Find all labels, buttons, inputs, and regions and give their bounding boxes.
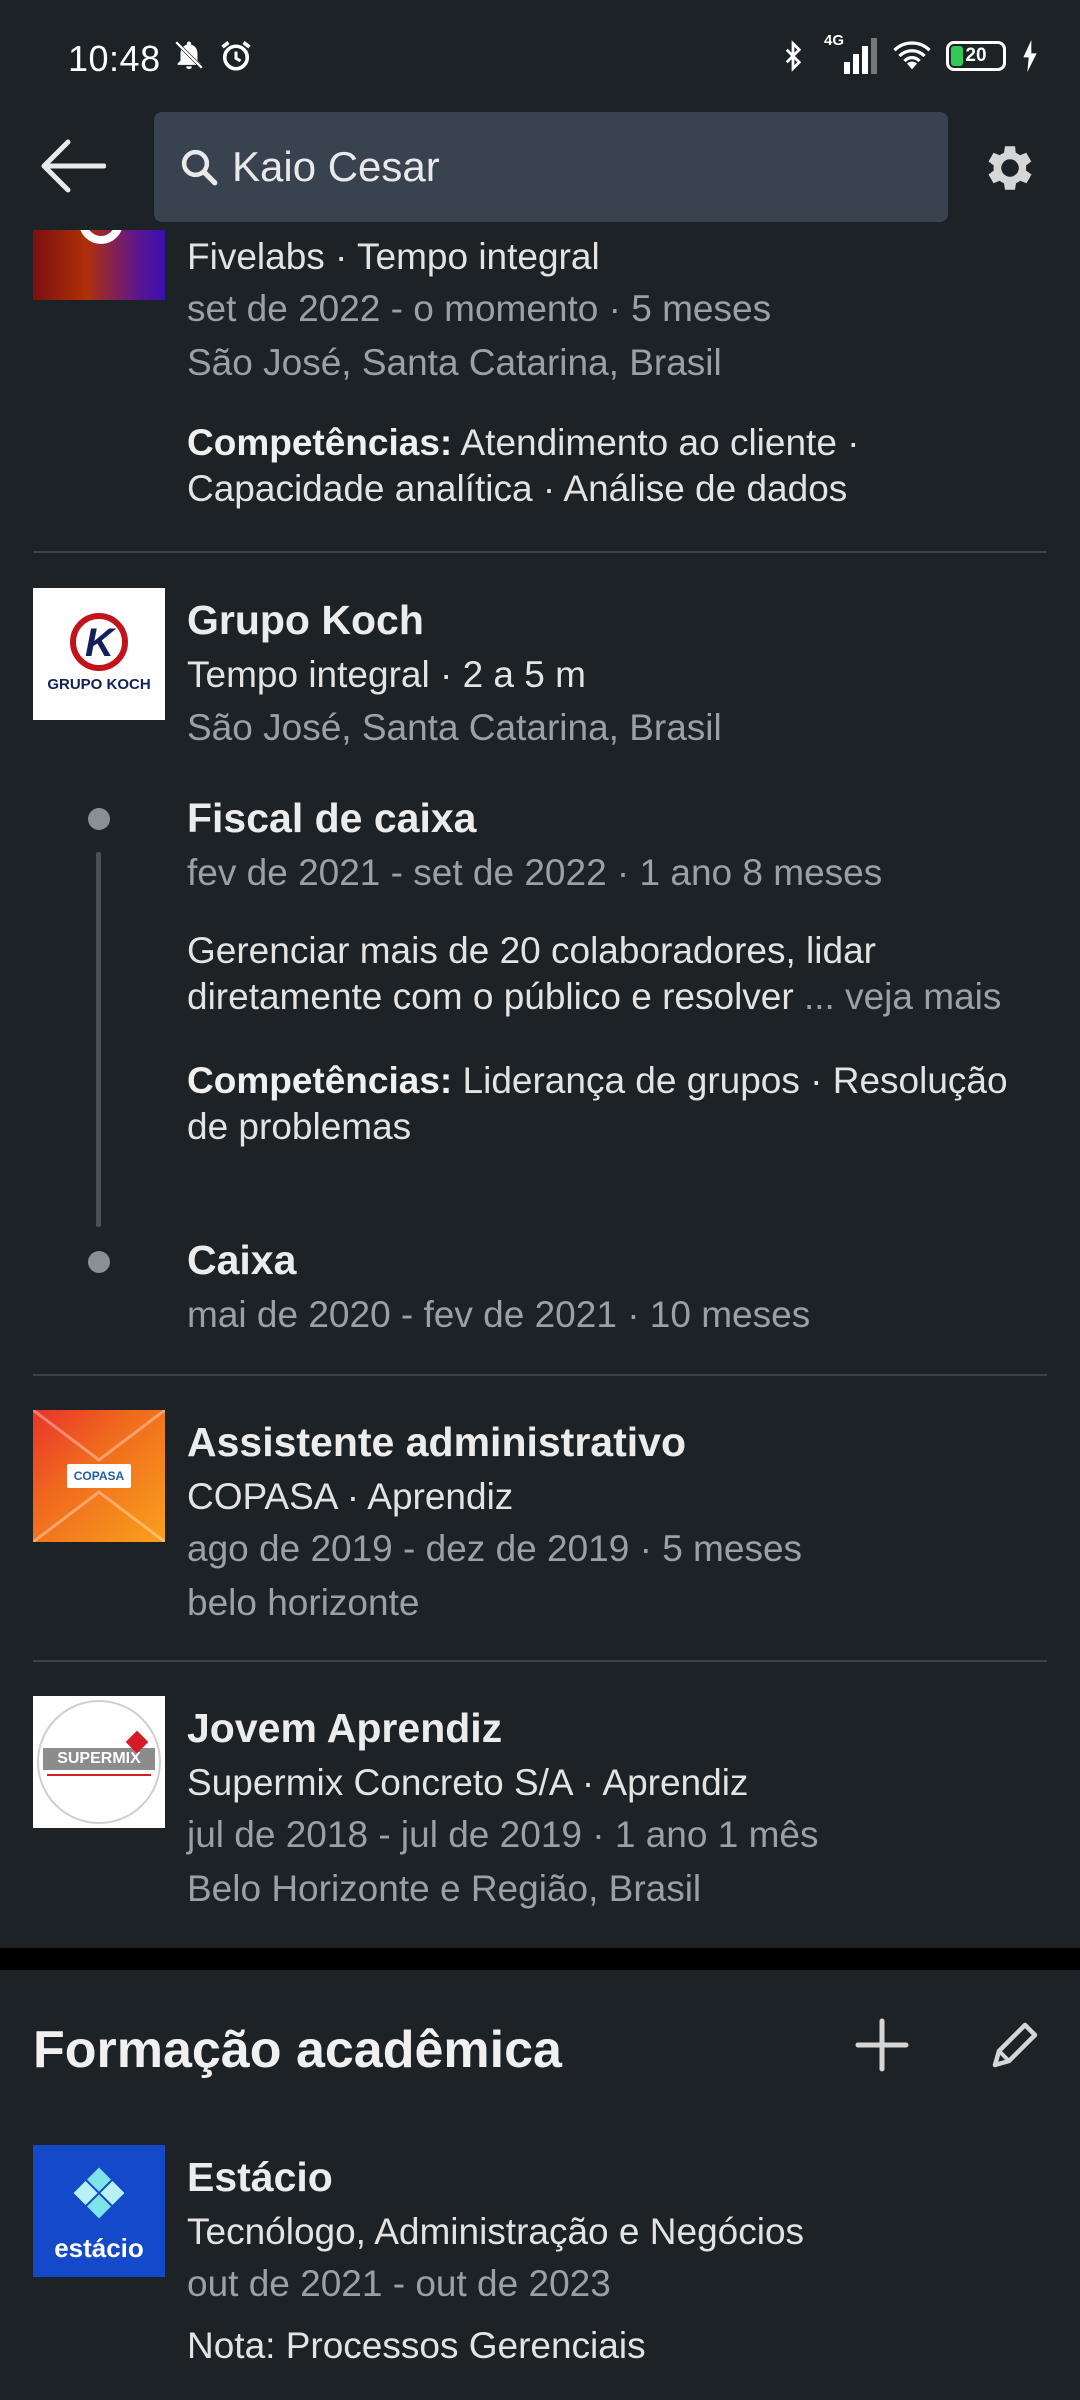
date-range: ago de 2019 - dez de 2019 · 5 meses — [187, 1528, 803, 1569]
svg-text:K: K — [85, 621, 117, 665]
education-item-estacio[interactable]: Estácio Tecnólogo, Administração e Negóc… — [187, 2147, 1050, 2373]
role-title: Assistente administrativo — [187, 1419, 686, 1465]
degree: Tecnólogo, Administração e Negócios — [187, 2211, 805, 2252]
timeline-dot — [88, 808, 110, 830]
network-type: 4G — [824, 32, 845, 49]
alarm-icon — [221, 41, 251, 71]
role-item-caixa[interactable]: Caixa mai de 2020 - fev de 2021 · 10 mes… — [187, 1230, 1050, 1340]
search-input[interactable]: Kaio Cesar — [154, 112, 948, 222]
skills-label: Competências: — [187, 422, 453, 463]
company-logo-fivelabs — [33, 230, 165, 300]
search-query: Kaio Cesar — [232, 143, 440, 190]
edit-education-button[interactable] — [985, 2015, 1045, 2075]
skills: Competências: Liderança de grupos · Reso… — [187, 1058, 1050, 1150]
see-more-link[interactable]: ... veja mais — [804, 976, 1001, 1017]
logo-text: estácio — [54, 2233, 144, 2263]
location: São José, Santa Catarina, Brasil — [187, 342, 722, 383]
company-line: COPASA · Aprendiz — [187, 1476, 514, 1517]
section-title-education: Formação acadêmica — [33, 2021, 562, 2079]
search-icon — [181, 149, 218, 186]
bluetooth-icon — [785, 40, 802, 72]
gear-icon — [988, 146, 1032, 190]
company-line: Fivelabs · Tempo integral — [187, 236, 600, 277]
logo-text: SUPERMIX — [57, 1750, 141, 1767]
logo-text: COPASA — [73, 1469, 125, 1483]
location: belo horizonte — [187, 1582, 420, 1623]
status-bar: 10:48 4G 20 — [0, 0, 1080, 110]
company-logo-grupo-koch: K GRUPO KOCH — [33, 588, 165, 720]
divider — [33, 1660, 1047, 1662]
battery-icon: 20 — [946, 41, 1006, 71]
employment-type: Tempo integral · 2 a 5 m — [187, 654, 586, 695]
date-range: jul de 2018 - jul de 2019 · 1 ano 1 mês — [187, 1814, 819, 1855]
timeline-dot — [88, 1251, 110, 1273]
arrow-left-icon — [41, 139, 107, 193]
skills-label: Competências: — [187, 1060, 453, 1101]
top-bar: Kaio Cesar — [0, 110, 1080, 230]
status-left-icons — [172, 38, 254, 74]
signal-icon: 4G — [822, 32, 878, 76]
date-range: fev de 2021 - set de 2022 · 1 ano 8 mese… — [187, 852, 883, 893]
bell-off-icon — [175, 41, 203, 70]
divider — [33, 551, 1047, 553]
status-right-icons: 4G 20 — [778, 32, 1040, 76]
grade: Nota: Processos Gerenciais — [187, 2325, 646, 2366]
plus-icon — [855, 2018, 909, 2072]
role-title: Caixa — [187, 1237, 297, 1283]
experience-item-copasa[interactable]: Assistente administrativo COPASA · Apren… — [187, 1412, 1050, 1630]
experience-fivelabs-text: Fivelabs · Tempo integral set de 2022 - … — [187, 232, 1050, 512]
pencil-icon — [992, 2022, 1038, 2068]
role-title: Jovem Aprendiz — [187, 1705, 503, 1751]
back-button[interactable] — [40, 138, 110, 198]
date-range: mai de 2020 - fev de 2021 · 10 meses — [187, 1294, 811, 1335]
status-time: 10:48 — [68, 38, 161, 79]
experience-grupo-koch-header[interactable]: Grupo Koch Tempo integral · 2 a 5 m São … — [187, 590, 1050, 756]
role-description: Gerenciar mais de 20 colaboradores, lida… — [187, 928, 1050, 1020]
add-education-button[interactable] — [852, 2015, 912, 2075]
location: São José, Santa Catarina, Brasil — [187, 707, 722, 748]
company-line: Supermix Concreto S/A · Aprendiz — [187, 1762, 749, 1803]
section-separator — [0, 1948, 1080, 1970]
role-title: Fiscal de caixa — [187, 795, 477, 841]
location: Belo Horizonte e Região, Brasil — [187, 1868, 702, 1909]
company-logo-supermix: SUPERMIX — [33, 1696, 165, 1828]
divider — [33, 1374, 1047, 1376]
company-logo-copasa: COPASA — [33, 1410, 165, 1542]
skills: Competências: Atendimento ao cliente · C… — [187, 420, 1050, 512]
description-text: Gerenciar mais de 20 colaboradores, lida… — [187, 930, 876, 1017]
school-name: Estácio — [187, 2154, 333, 2200]
logo-text: GRUPO KOCH — [47, 676, 151, 693]
date-range: set de 2022 - o momento · 5 meses — [187, 288, 772, 329]
timeline-line — [96, 852, 101, 1227]
experience-item-supermix[interactable]: Jovem Aprendiz Supermix Concreto S/A · A… — [187, 1698, 1050, 1916]
wifi-icon — [893, 41, 931, 70]
date-range: out de 2021 - out de 2023 — [187, 2263, 611, 2304]
school-logo-estacio: estácio — [33, 2145, 165, 2277]
role-item-fiscal-de-caixa[interactable]: Fiscal de caixa fev de 2021 - set de 202… — [187, 788, 1050, 1150]
settings-button[interactable] — [980, 138, 1044, 202]
company-name: Grupo Koch — [187, 597, 424, 643]
charging-icon — [1023, 40, 1037, 72]
battery-level: 20 — [965, 45, 987, 66]
